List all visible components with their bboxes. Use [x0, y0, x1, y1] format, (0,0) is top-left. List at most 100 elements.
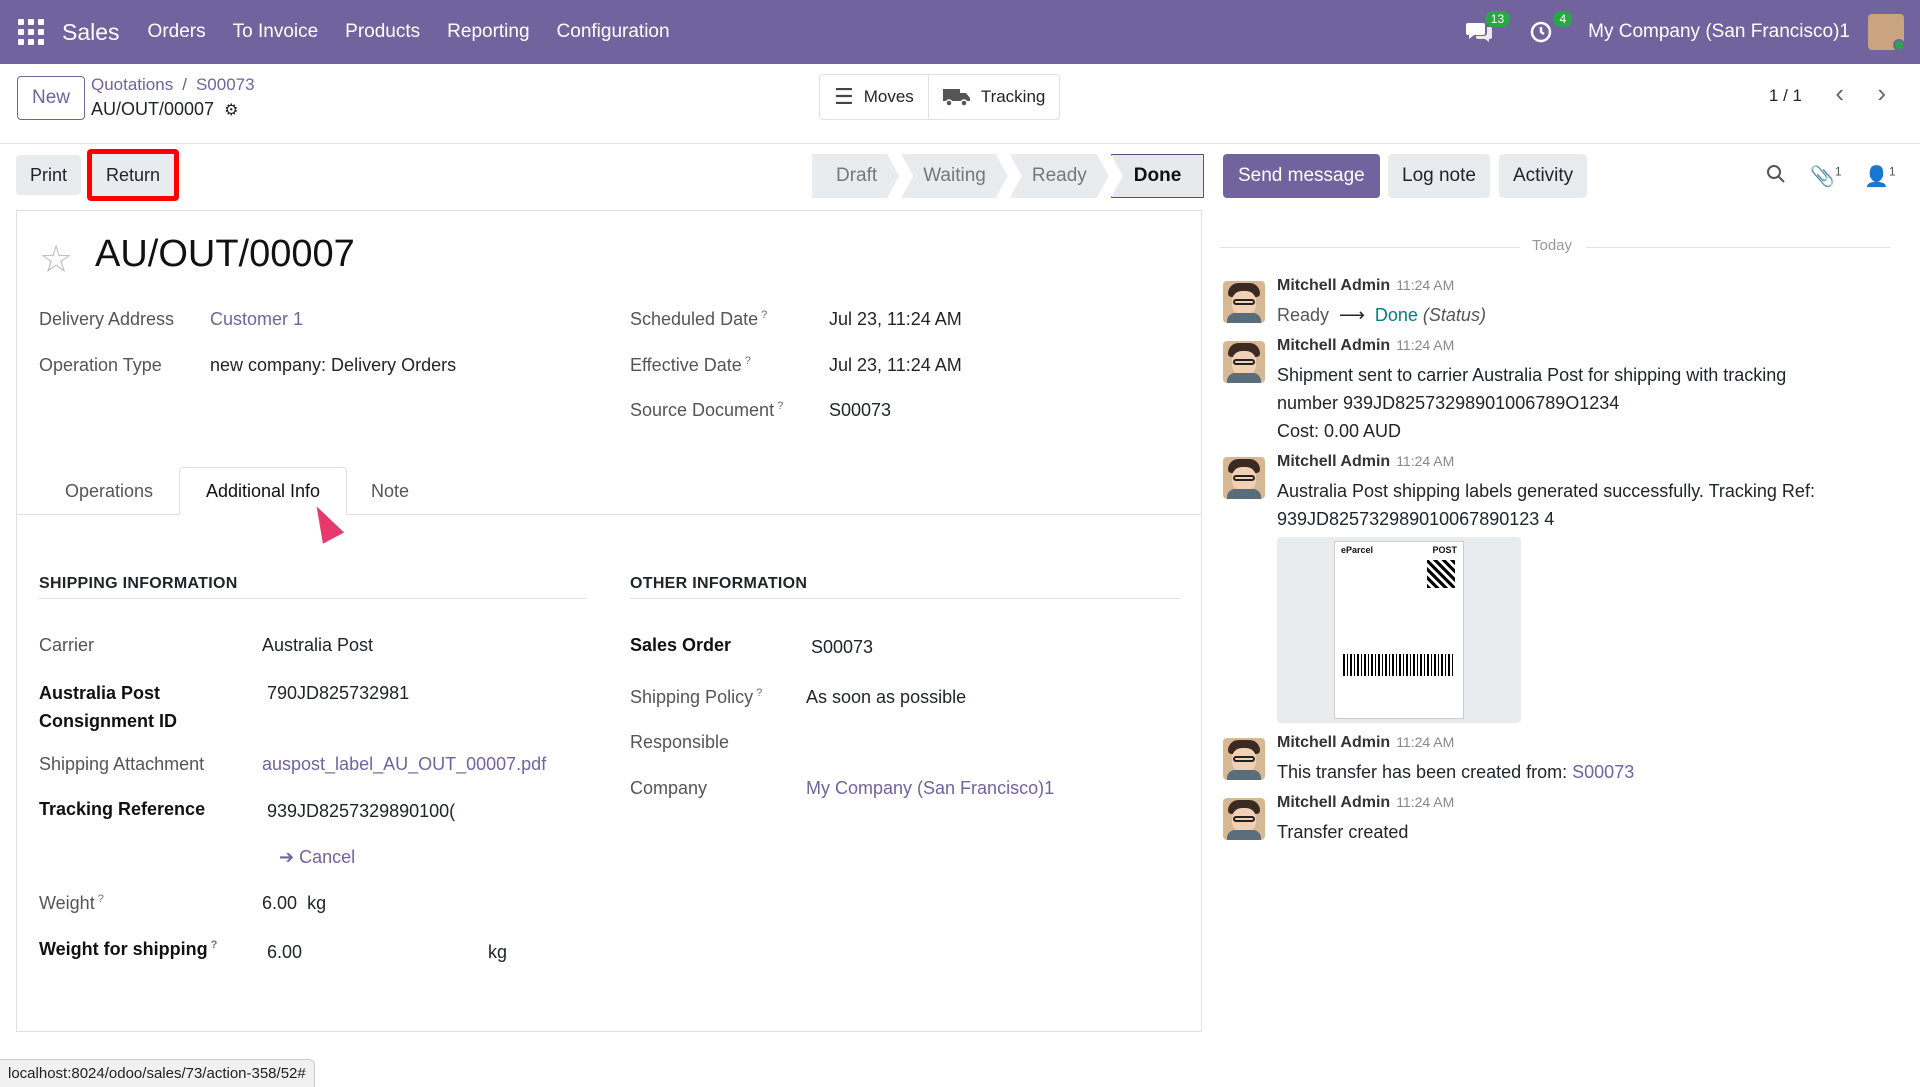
author-avatar[interactable] [1223, 738, 1265, 780]
truck-icon [942, 89, 970, 107]
stage-waiting[interactable]: Waiting [901, 154, 1008, 198]
source-document-value[interactable]: S00073 [829, 400, 891, 421]
carrier-label: Carrier [39, 635, 95, 655]
moves-button[interactable]: ☰ Moves [820, 75, 928, 119]
breadcrumb-quotations[interactable]: Quotations [91, 75, 173, 94]
list-icon: ☰ [834, 84, 854, 109]
user-avatar[interactable] [1868, 14, 1904, 50]
smart-buttons: ☰ Moves Tracking [819, 74, 1061, 120]
chatter: Send message Log note Activity 📎1 👤1 Tod… [1220, 150, 1920, 1050]
sales-order-label: Sales Order [630, 635, 732, 655]
menu-orders[interactable]: Orders [148, 21, 206, 43]
chevron-left-icon[interactable]: ‹ [1835, 78, 1844, 109]
message-author[interactable]: Mitchell Admin 11:24 AM [1277, 453, 1454, 471]
online-status-icon [1893, 39, 1904, 50]
notebook-tabs: Operations Additional Info Note [17, 467, 1201, 515]
author-avatar[interactable] [1223, 798, 1265, 840]
pager-value[interactable]: 1 / 1 [1769, 86, 1802, 106]
gear-icon[interactable]: ⚙ [224, 100, 238, 120]
clock-icon [1530, 21, 1552, 43]
weight-for-shipping-unit: kg [488, 942, 508, 962]
message-body: Shipment sent to carrier Australia Post … [1277, 365, 1787, 441]
message-author[interactable]: Mitchell Admin 11:24 AM [1277, 277, 1454, 295]
message-body: Transfer created [1277, 822, 1409, 842]
shipping-divider [39, 598, 587, 599]
weight-for-shipping-input[interactable]: 6.00 [267, 942, 302, 963]
log-note-button[interactable]: Log note [1388, 154, 1490, 198]
menu-reporting[interactable]: Reporting [447, 21, 529, 43]
form-sheet: ☆ AU/OUT/00007 Delivery Address Customer… [16, 210, 1202, 1032]
apps-menu-icon[interactable] [18, 19, 44, 45]
weight-value: 6.00 kg [262, 893, 327, 913]
return-button[interactable]: Return [87, 149, 180, 201]
arrow-right-icon: ➔ [279, 847, 295, 867]
menu-configuration[interactable]: Configuration [557, 21, 670, 43]
message-body: Ready ⟶ Done (Status) [1277, 305, 1486, 325]
tracking-button[interactable]: Tracking [927, 75, 1060, 119]
source-document-label: Source Document? [630, 400, 784, 420]
cancel-link[interactable]: ➔ Cancel [279, 847, 355, 868]
moves-label: Moves [863, 87, 914, 106]
tab-note[interactable]: Note [347, 467, 433, 515]
responsible-label: Responsible [630, 732, 730, 752]
message-author[interactable]: Mitchell Admin 11:24 AM [1277, 734, 1454, 752]
source-order-link[interactable]: S00073 [1572, 762, 1634, 782]
search-icon[interactable] [1766, 164, 1786, 190]
shipping-attachment-link[interactable]: auspost_label_AU_OUT_00007.pdf [262, 754, 546, 775]
scheduled-date-value[interactable]: Jul 23, 11:24 AM [829, 309, 962, 330]
effective-date-label: Effective Date? [630, 355, 751, 375]
app-name[interactable]: Sales [62, 19, 120, 46]
activity-button[interactable]: Activity [1499, 154, 1588, 198]
followers-button[interactable]: 👤1 [1864, 164, 1896, 189]
consignment-value[interactable]: 790JD825732981 [267, 683, 409, 704]
barcode-icon [1343, 654, 1455, 676]
menu-to-invoice[interactable]: To Invoice [233, 21, 319, 43]
delivery-address-link[interactable]: Customer 1 [210, 309, 303, 330]
action-buttons: Print Return [16, 149, 185, 201]
date-separator: Today [1220, 237, 1890, 257]
new-button[interactable]: New [17, 76, 85, 120]
tracking-reference-input[interactable]: 939JD8257329890100( [267, 801, 482, 822]
message-author[interactable]: Mitchell Admin 11:24 AM [1277, 794, 1454, 812]
author-avatar[interactable] [1223, 281, 1265, 323]
qr-code-icon [1427, 560, 1455, 588]
arrow-right-icon: ⟶ [1334, 305, 1370, 325]
activities-badge: 4 [1553, 11, 1573, 27]
print-button[interactable]: Print [16, 155, 82, 195]
weight-for-shipping-label: Weight for shipping? [39, 939, 218, 959]
messages-button[interactable]: 13 [1464, 11, 1511, 47]
author-avatar[interactable] [1223, 341, 1265, 383]
control-panel: New Quotations / S00073 AU/OUT/00007 ⚙ ☰ M… [0, 64, 1920, 144]
send-message-button[interactable]: Send message [1223, 154, 1380, 198]
stage-draft[interactable]: Draft [812, 154, 899, 198]
activities-button[interactable]: 4 [1526, 11, 1573, 47]
message-body: This transfer has been created from: S00… [1277, 762, 1635, 782]
stage-done[interactable]: Done [1110, 154, 1205, 198]
shipping-label-thumbnail[interactable]: eParcel POST [1277, 537, 1521, 723]
operation-type-label: Operation Type [39, 355, 162, 375]
other-divider [630, 598, 1180, 599]
chevron-right-icon[interactable]: › [1877, 78, 1886, 109]
stage-ready[interactable]: Ready [1010, 154, 1109, 198]
tracking-reference-label: Tracking Reference [39, 799, 206, 819]
scheduled-date-label: Scheduled Date? [630, 309, 768, 329]
chat-message: Mitchell Admin 11:24 AM Ready ⟶ Done (Sta… [1223, 277, 1903, 333]
message-body: Australia Post shipping labels generated… [1277, 481, 1815, 529]
operation-type-value[interactable]: new company: Delivery Orders [210, 355, 456, 376]
shipping-policy-value[interactable]: As soon as possible [806, 687, 966, 708]
company-switcher[interactable]: My Company (San Francisco)1 [1588, 21, 1850, 43]
sales-order-value[interactable]: S00073 [811, 637, 873, 658]
tab-operations[interactable]: Operations [39, 467, 179, 515]
form-title: AU/OUT/00007 [95, 233, 355, 275]
star-icon[interactable]: ☆ [39, 237, 73, 282]
attachments-button[interactable]: 📎1 [1810, 164, 1842, 189]
carrier-value[interactable]: Australia Post [262, 635, 373, 656]
author-avatar[interactable] [1223, 457, 1265, 499]
breadcrumb-order[interactable]: S00073 [196, 75, 255, 94]
shipping-information-title: SHIPPING INFORMATION [39, 575, 238, 592]
user-icon: 👤 [1864, 166, 1889, 188]
chat-message: Mitchell Admin 11:24 AM This transfer has… [1223, 734, 1903, 790]
message-author[interactable]: Mitchell Admin 11:24 AM [1277, 337, 1454, 355]
company-link[interactable]: My Company (San Francisco)1 [806, 778, 1054, 799]
menu-products[interactable]: Products [345, 21, 420, 43]
